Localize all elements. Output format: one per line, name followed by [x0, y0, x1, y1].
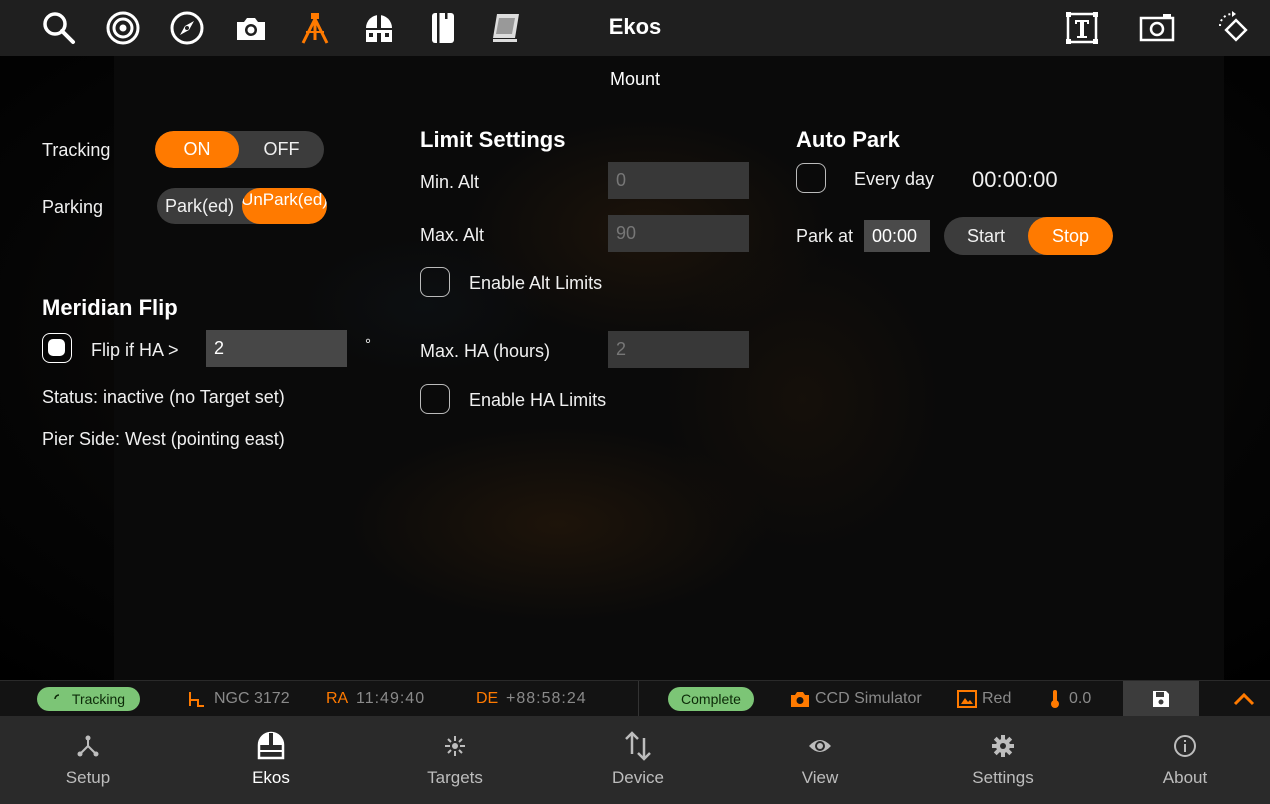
camera-icon[interactable] [231, 8, 271, 48]
complete-badge: Complete [668, 687, 754, 711]
save-icon [1153, 691, 1169, 707]
chevron-up-icon[interactable] [1230, 687, 1258, 711]
auto-park-toggle: Start Stop [944, 217, 1113, 255]
park-button[interactable]: Park(ed) [157, 188, 242, 224]
device-icon [625, 731, 651, 761]
de-label: DE [476, 690, 499, 707]
targets-icon [445, 736, 465, 756]
ra-value: 11:49:40 [356, 690, 426, 707]
max-alt-field[interactable] [608, 215, 749, 252]
every-day-label: Every day [854, 169, 935, 189]
temperature-value: 0.0 [1069, 690, 1092, 707]
gear-icon [992, 735, 1014, 757]
bottom-navigation: Setup Ekos Targets Device View Settings … [0, 716, 1270, 804]
thermometer-icon [1051, 690, 1059, 708]
observatory-icon[interactable] [359, 8, 399, 48]
pier-side-text: Pier Side: West (pointing east) [42, 429, 285, 449]
flip-if-ha-label: Flip if HA > [91, 340, 179, 360]
capture-frame-icon[interactable] [1137, 8, 1177, 48]
compass-icon[interactable] [167, 8, 207, 48]
min-alt-field[interactable] [608, 162, 749, 199]
nav-device-label: Device [612, 768, 664, 787]
parking-toggle: Park(ed) UnPark(ed) [157, 188, 327, 224]
nav-setup[interactable]: Setup [38, 716, 138, 804]
camera-name: CCD Simulator [815, 690, 922, 707]
max-ha-field[interactable] [608, 331, 749, 368]
unpark-button[interactable]: UnPark(ed) [242, 188, 327, 224]
tracking-label: Tracking [42, 140, 111, 160]
ra-label: RA [326, 690, 349, 707]
nav-targets[interactable]: Targets [405, 716, 505, 804]
degree-unit: ° [365, 336, 371, 353]
status-bar: Tracking NGC 3172 RA 11:49:40 DE +88:58:… [0, 680, 1270, 717]
target-name: NGC 3172 [214, 690, 290, 707]
nav-setup-label: Setup [65, 768, 111, 787]
parking-label: Parking [42, 197, 104, 217]
flip-status-text: Status: inactive (no Target set) [42, 387, 285, 407]
start-button[interactable]: Start [944, 217, 1028, 255]
max-alt-label: Max. Alt [420, 225, 485, 245]
enable-ha-limits-label: Enable HA Limits [469, 390, 607, 410]
nav-ekos-label: Ekos [252, 768, 290, 787]
ekos-icon [257, 731, 285, 760]
nav-view[interactable]: View [770, 716, 870, 804]
tracking-status-text: Tracking [71, 691, 126, 707]
stop-button[interactable]: Stop [1028, 217, 1113, 255]
nav-about[interactable]: About [1135, 716, 1235, 804]
mount-panel: Mount Tracking ON OFF Parking Park(ed) U… [0, 56, 1270, 680]
camera-status-icon [791, 692, 809, 707]
setup-icon [77, 735, 99, 757]
min-alt-label: Min. Alt [420, 172, 480, 192]
meridian-flip-heading: Meridian Flip [42, 295, 178, 320]
eye-icon [809, 740, 831, 752]
target-icon[interactable] [103, 8, 143, 48]
top-toolbar: Ekos [0, 0, 1270, 56]
nav-settings[interactable]: Settings [953, 716, 1053, 804]
nav-about-label: About [1162, 768, 1208, 787]
every-day-checkbox[interactable] [796, 163, 826, 193]
filter-name: Red [982, 690, 1012, 707]
nav-view-label: View [801, 768, 839, 787]
park-at-field[interactable] [864, 220, 930, 252]
flat-panel-icon[interactable] [487, 8, 527, 48]
flip-ha-field[interactable] [206, 330, 347, 367]
info-icon [1174, 735, 1196, 757]
tripod-icon[interactable] [295, 8, 335, 48]
de-value: +88:58:24 [506, 690, 587, 707]
enable-alt-limits-label: Enable Alt Limits [469, 273, 603, 293]
search-icon[interactable] [39, 8, 79, 48]
flip-if-ha-checkbox[interactable] [42, 333, 72, 363]
text-box-icon[interactable] [1062, 8, 1102, 48]
mount-status-icon [189, 692, 204, 707]
tracking-toggle: ON OFF [155, 131, 324, 168]
nav-ekos[interactable]: Ekos [221, 716, 321, 804]
nav-targets-label: Targets [427, 768, 483, 787]
rotate-icon[interactable] [1212, 8, 1252, 48]
enable-ha-limits-checkbox[interactable] [420, 384, 450, 414]
tracking-off-button[interactable]: OFF [239, 131, 324, 168]
save-button[interactable] [1123, 681, 1199, 717]
limit-settings-heading: Limit Settings [420, 127, 566, 152]
auto-park-heading: Auto Park [796, 127, 900, 152]
max-ha-label: Max. HA (hours) [420, 341, 551, 361]
enable-alt-limits-checkbox[interactable] [420, 267, 450, 297]
tracking-on-button[interactable]: ON [155, 131, 239, 168]
park-at-label: Park at [796, 226, 854, 246]
spinner-icon [54, 694, 60, 700]
status-divider [638, 681, 639, 717]
page-subtitle: Mount [609, 69, 661, 89]
nav-device[interactable]: Device [588, 716, 688, 804]
image-filter-icon [957, 690, 977, 708]
tracking-status-badge: Tracking [37, 687, 140, 711]
auto-park-time[interactable]: 00:00:00 [972, 167, 1058, 193]
nav-settings-label: Settings [972, 768, 1034, 787]
filter-wheel-icon[interactable] [423, 8, 463, 48]
